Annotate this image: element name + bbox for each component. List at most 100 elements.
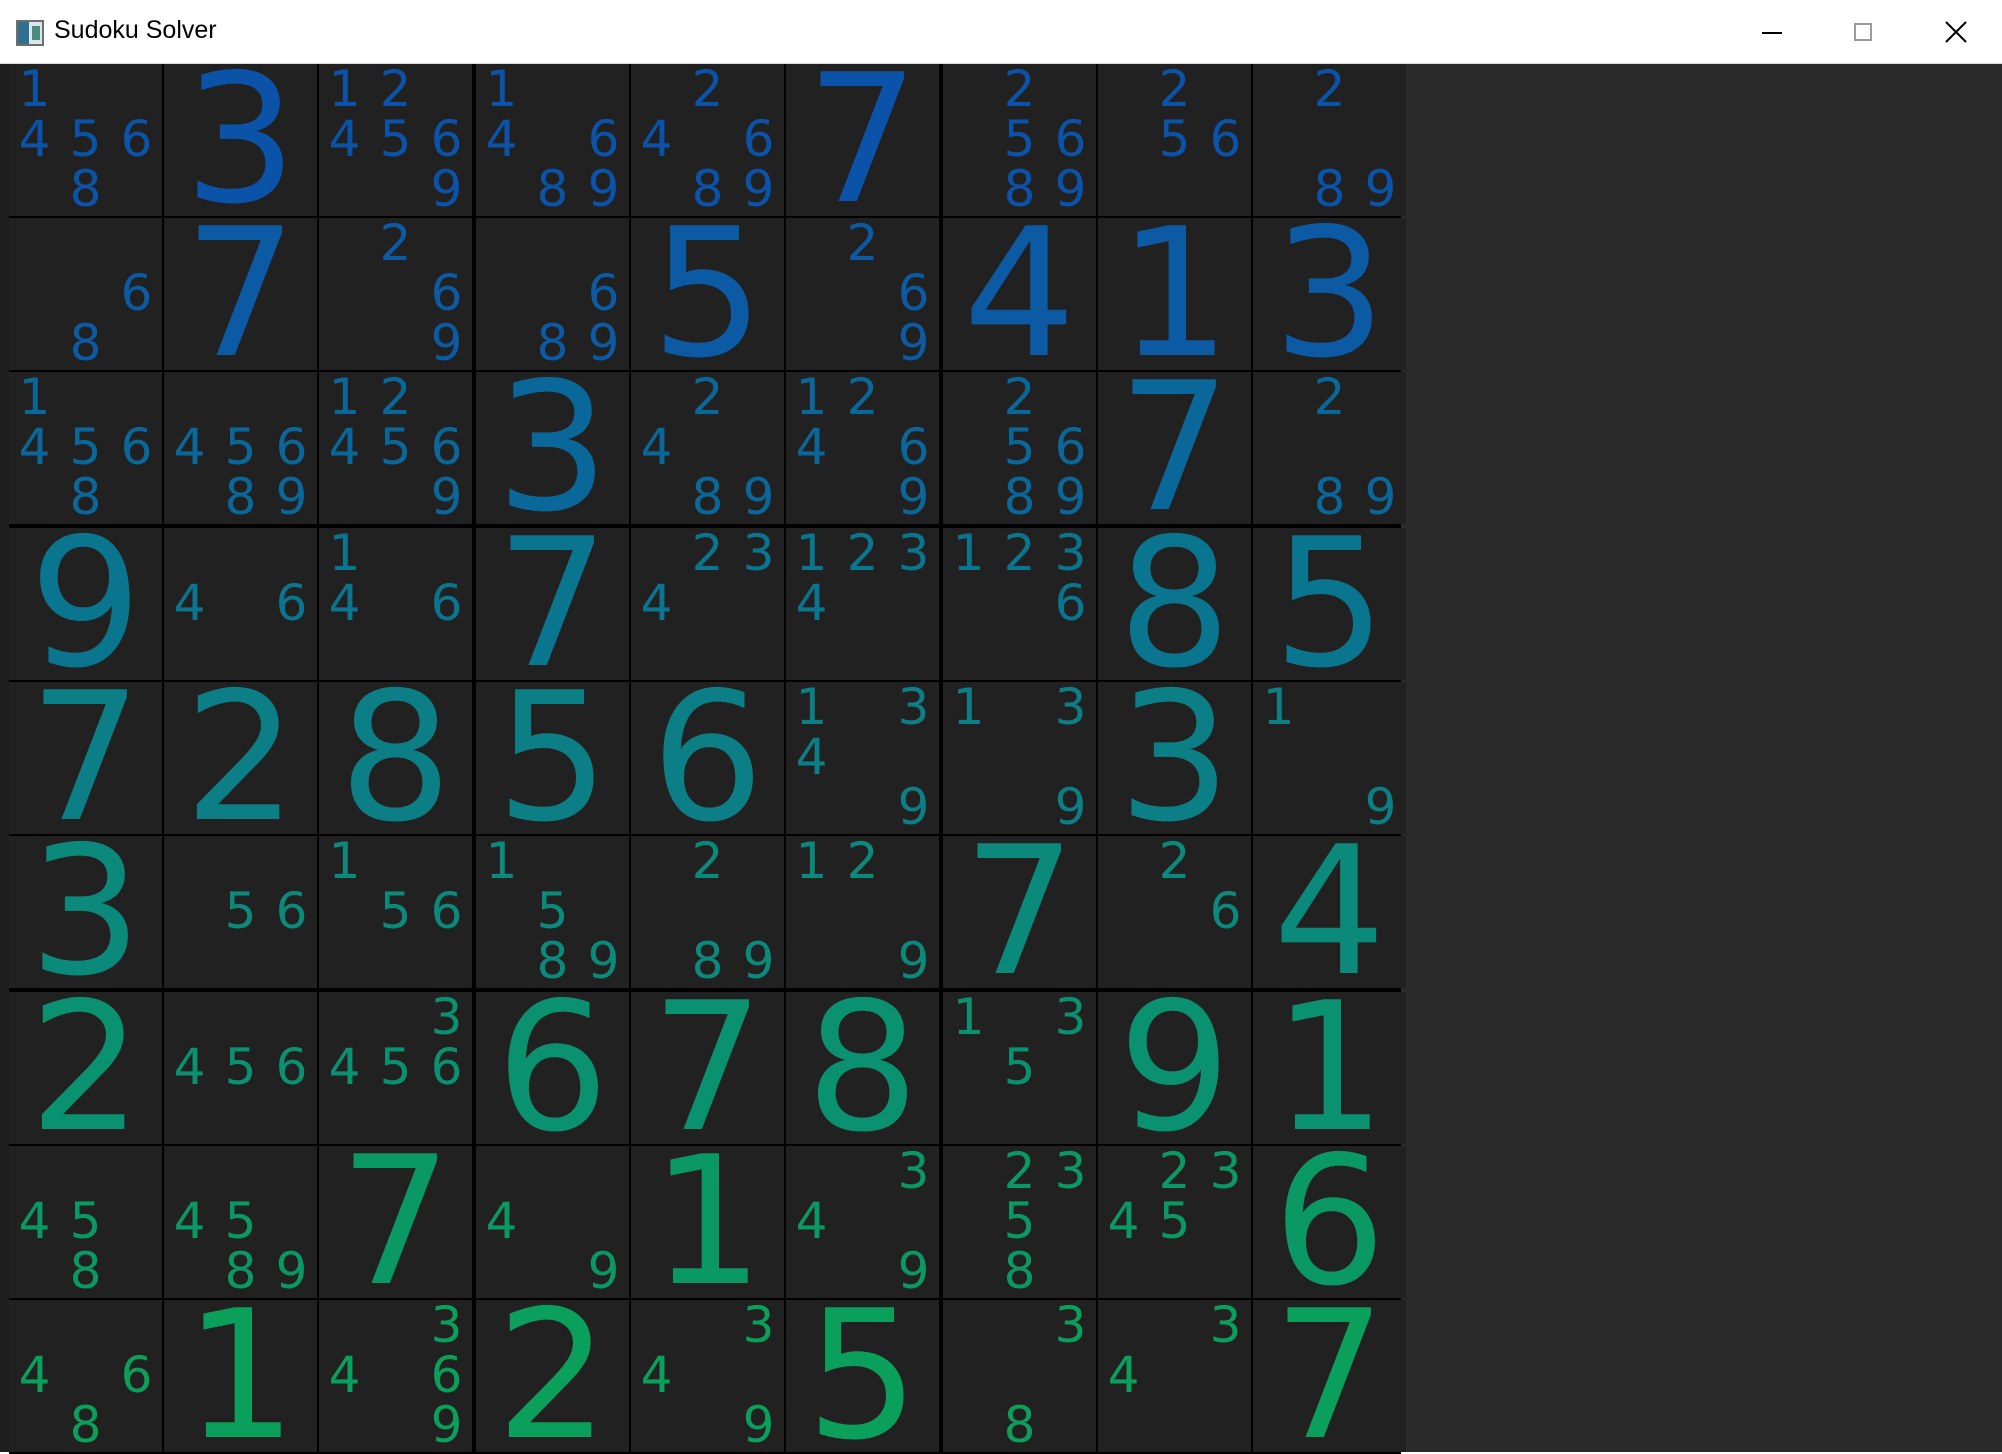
sudoku-cell-r3c3[interactable]: 4569 12 (319, 372, 472, 524)
sudoku-cell-r7c5[interactable]: 7 (631, 992, 784, 1144)
sudoku-cell-r8c1[interactable]: 458 (9, 1146, 162, 1298)
sudoku-cell-r1c3[interactable]: 4569 12 (319, 64, 472, 216)
sudoku-cell-r6c5[interactable]: 892 (631, 836, 784, 988)
sudoku-cell-r8c4[interactable]: 49 (476, 1146, 629, 1298)
sudoku-cell-r1c9[interactable]: 892 (1253, 64, 1406, 216)
sudoku-cell-r4c9[interactable]: 5 (1253, 528, 1406, 680)
sudoku-cell-r7c4[interactable]: 6 (476, 992, 629, 1144)
candidate-digit: 9 (1364, 778, 1397, 834)
minimize-button[interactable] (1726, 0, 1818, 64)
sudoku-cell-r9c6[interactable]: 5 (786, 1300, 939, 1452)
sudoku-cell-r6c4[interactable]: 589 1 (476, 836, 629, 988)
sudoku-cell-r3c2[interactable]: 45689 (164, 372, 317, 524)
sudoku-cell-r2c5[interactable]: 5 (631, 218, 784, 370)
sudoku-cell-r9c3[interactable]: 4 69 3 (319, 1300, 472, 1452)
sudoku-cell-r2c6[interactable]: 692 (786, 218, 939, 370)
sudoku-cell-r5c1[interactable]: 7 (9, 682, 162, 834)
sudoku-cell-r1c1[interactable]: 45681 (9, 64, 162, 216)
sudoku-cell-r2c2[interactable]: 7 (164, 218, 317, 370)
sudoku-cell-r1c7[interactable]: 56892 (943, 64, 1096, 216)
sudoku-cell-r9c2[interactable]: 1 (164, 1300, 317, 1452)
sudoku-cell-r5c4[interactable]: 5 (476, 682, 629, 834)
sudoku-cell-r2c7[interactable]: 4 (943, 218, 1096, 370)
sudoku-cell-r6c2[interactable]: 56 (164, 836, 317, 988)
sudoku-cell-r7c9[interactable]: 1 (1253, 992, 1406, 1144)
sudoku-cell-r4c6[interactable]: 4123 (786, 528, 939, 680)
sudoku-cell-r2c3[interactable]: 692 (319, 218, 472, 370)
sudoku-cell-r1c4[interactable]: 4 689 1 (476, 64, 629, 216)
sudoku-cell-r4c3[interactable]: 4 6 1 (319, 528, 472, 680)
sudoku-cell-r6c9[interactable]: 4 (1253, 836, 1406, 988)
sudoku-cell-r9c5[interactable]: 4 9 3 (631, 1300, 784, 1452)
sudoku-cell-r5c7[interactable]: 9 1 3 (943, 682, 1096, 834)
sudoku-cell-r6c6[interactable]: 9 12 (786, 836, 939, 988)
sudoku-cell-r7c2[interactable]: 456 (164, 992, 317, 1144)
sudoku-cell-r3c6[interactable]: 4 69 12 (786, 372, 939, 524)
sudoku-cell-r7c1[interactable]: 2 (9, 992, 162, 1144)
sudoku-cell-r8c3[interactable]: 7 (319, 1146, 472, 1298)
candidate-digit: 9 (1054, 160, 1087, 216)
sudoku-cell-r8c9[interactable]: 6 (1253, 1146, 1406, 1298)
sudoku-cell-r1c5[interactable]: 4 6892 (631, 64, 784, 216)
sudoku-cell-r8c8[interactable]: 4523 (1098, 1146, 1251, 1298)
candidate-digit: 2 (1158, 64, 1191, 118)
candidate-digit: 6 (897, 264, 930, 322)
sudoku-cell-r4c8[interactable]: 8 (1098, 528, 1251, 680)
sudoku-cell-r3c9[interactable]: 892 (1253, 372, 1406, 524)
sudoku-cell-r3c7[interactable]: 56892 (943, 372, 1096, 524)
sudoku-cell-r4c2[interactable]: 46 (164, 528, 317, 680)
candidate-digit: 1 (952, 528, 985, 582)
candidate-digit: 3 (897, 682, 930, 736)
candidate-digit: 6 (430, 1038, 463, 1096)
sudoku-cell-r6c1[interactable]: 3 (9, 836, 162, 988)
sudoku-cell-r6c8[interactable]: 62 (1098, 836, 1251, 988)
sudoku-cell-r8c2[interactable]: 4589 (164, 1146, 317, 1298)
sudoku-cell-r6c3[interactable]: 56 1 (319, 836, 472, 988)
sudoku-cell-r4c1[interactable]: 9 (9, 528, 162, 680)
candidate-digit: 9 (430, 1396, 463, 1452)
sudoku-cell-r9c7[interactable]: 83 (943, 1300, 1096, 1452)
candidate-digit: 4 (173, 1192, 206, 1250)
sudoku-cell-r1c8[interactable]: 562 (1098, 64, 1251, 216)
sudoku-cell-r7c7[interactable]: 51 3 (943, 992, 1096, 1144)
sudoku-cell-r3c5[interactable]: 4892 (631, 372, 784, 524)
sudoku-cell-r5c3[interactable]: 8 (319, 682, 472, 834)
maximize-button[interactable] (1818, 0, 1910, 64)
sudoku-cell-r3c8[interactable]: 7 (1098, 372, 1251, 524)
sudoku-cell-r7c6[interactable]: 8 (786, 992, 939, 1144)
close-button[interactable] (1910, 0, 2002, 64)
sudoku-cell-r5c6[interactable]: 4 9 1 3 (786, 682, 939, 834)
sudoku-cell-r9c9[interactable]: 7 (1253, 1300, 1406, 1452)
sudoku-cell-r3c4[interactable]: 3 (476, 372, 629, 524)
sudoku-cell-r5c9[interactable]: 91 (1253, 682, 1406, 834)
sudoku-cell-r5c5[interactable]: 6 (631, 682, 784, 834)
sudoku-board[interactable]: 4568134569124689146892756892562892687692… (9, 64, 1406, 1454)
sudoku-cell-r8c7[interactable]: 58 23 (943, 1146, 1096, 1298)
sudoku-cell-r6c7[interactable]: 7 (943, 836, 1096, 988)
sudoku-cell-r4c5[interactable]: 423 (631, 528, 784, 680)
sudoku-cell-r1c6[interactable]: 7 (786, 64, 939, 216)
sudoku-cell-r2c1[interactable]: 68 (9, 218, 162, 370)
candidate-digit: 6 (742, 110, 775, 168)
sudoku-cell-r8c5[interactable]: 1 (631, 1146, 784, 1298)
candidate-digit: 3 (897, 528, 930, 582)
sudoku-cell-r5c2[interactable]: 2 (164, 682, 317, 834)
sudoku-cell-r1c2[interactable]: 3 (164, 64, 317, 216)
sudoku-cell-r5c8[interactable]: 3 (1098, 682, 1251, 834)
sudoku-cell-r9c4[interactable]: 2 (476, 1300, 629, 1452)
candidate-digit: 8 (1003, 1396, 1036, 1452)
sudoku-cell-r4c7[interactable]: 6 123 (943, 528, 1096, 680)
candidate-digit: 3 (1054, 1300, 1087, 1354)
sudoku-cell-r7c3[interactable]: 4563 (319, 992, 472, 1144)
sudoku-cell-r2c4[interactable]: 689 (476, 218, 629, 370)
sudoku-cell-r7c8[interactable]: 9 (1098, 992, 1251, 1144)
sudoku-cell-r9c1[interactable]: 4 68 (9, 1300, 162, 1452)
sudoku-cell-r4c4[interactable]: 7 (476, 528, 629, 680)
sudoku-cell-r2c8[interactable]: 1 (1098, 218, 1251, 370)
sudoku-cell-r9c8[interactable]: 43 (1098, 1300, 1251, 1452)
sudoku-cell-r8c6[interactable]: 4 9 3 (786, 1146, 939, 1298)
sudoku-cell-r3c1[interactable]: 45681 (9, 372, 162, 524)
candidate-digit: 2 (1158, 836, 1191, 890)
title-bar[interactable]: Sudoku Solver (0, 0, 2002, 64)
sudoku-cell-r2c9[interactable]: 3 (1253, 218, 1406, 370)
